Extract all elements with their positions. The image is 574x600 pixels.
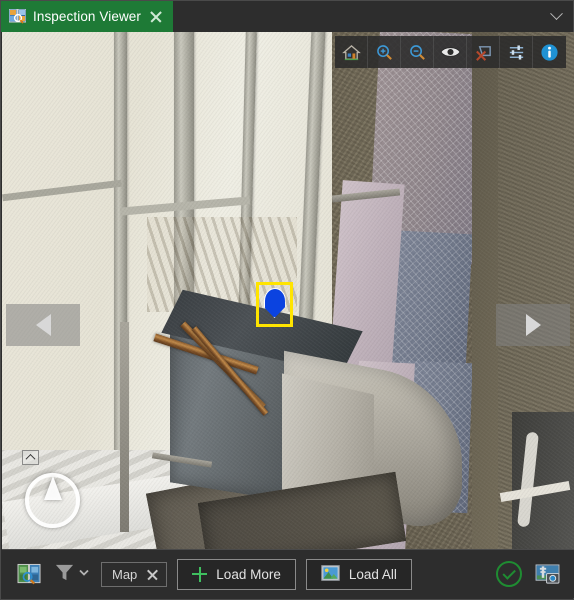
photo-post <box>120 322 129 532</box>
check-glyph <box>502 566 516 580</box>
image-toolbar <box>335 36 566 68</box>
zoom-in-icon[interactable] <box>368 36 401 68</box>
delete-shape-icon[interactable] <box>467 36 500 68</box>
map-image-search-icon[interactable] <box>14 559 44 589</box>
close-icon[interactable] <box>146 568 159 581</box>
inspection-viewer-window: Inspection Viewer Map Load More Load All <box>0 0 574 600</box>
chevron-down-icon <box>77 565 91 584</box>
chevron-left-icon[interactable] <box>6 304 80 346</box>
tab-inspection-viewer[interactable]: Inspection Viewer <box>1 1 175 32</box>
filter-chip-label: Map <box>112 566 138 582</box>
next-arrow-glyph <box>525 314 541 336</box>
eye-icon[interactable] <box>434 36 467 68</box>
image-icon <box>321 564 340 584</box>
filter-chip-map[interactable]: Map <box>101 561 168 587</box>
close-icon[interactable] <box>148 9 164 25</box>
filter-dropdown[interactable] <box>54 561 91 587</box>
chevron-down-icon[interactable] <box>539 1 573 32</box>
load-more-label: Load More <box>216 566 281 582</box>
load-more-button[interactable]: Load More <box>177 558 296 590</box>
inspection-image-search-icon <box>8 8 27 24</box>
load-all-label: Load All <box>348 566 397 582</box>
tower-camera-icon[interactable] <box>532 559 562 589</box>
title-bar: Inspection Viewer <box>1 1 573 32</box>
zoom-out-icon[interactable] <box>401 36 434 68</box>
map-pin-icon[interactable] <box>256 282 293 327</box>
sliders-icon[interactable] <box>500 36 533 68</box>
tab-label: Inspection Viewer <box>33 9 142 24</box>
titlebar-spacer <box>174 1 539 32</box>
bottom-toolbar: Map Load More Load All <box>2 549 574 598</box>
info-icon[interactable] <box>533 36 566 68</box>
image-viewer[interactable] <box>2 32 574 551</box>
chevron-up-icon[interactable] <box>22 450 39 465</box>
compass-north-icon[interactable] <box>25 473 80 528</box>
plus-icon <box>192 566 208 582</box>
map-pin-glyph <box>263 288 286 318</box>
compass-needle <box>43 476 62 500</box>
check-circle-icon[interactable] <box>496 561 522 587</box>
prev-arrow-glyph <box>35 314 51 336</box>
photo-pillar <box>472 32 498 551</box>
filter-funnel-icon <box>54 561 75 587</box>
chevron-right-icon[interactable] <box>496 304 570 346</box>
home-icon[interactable] <box>335 36 368 68</box>
chevron-down-glyph <box>549 7 563 21</box>
load-all-button[interactable]: Load All <box>305 558 412 590</box>
chevron-up-glyph <box>25 453 36 464</box>
